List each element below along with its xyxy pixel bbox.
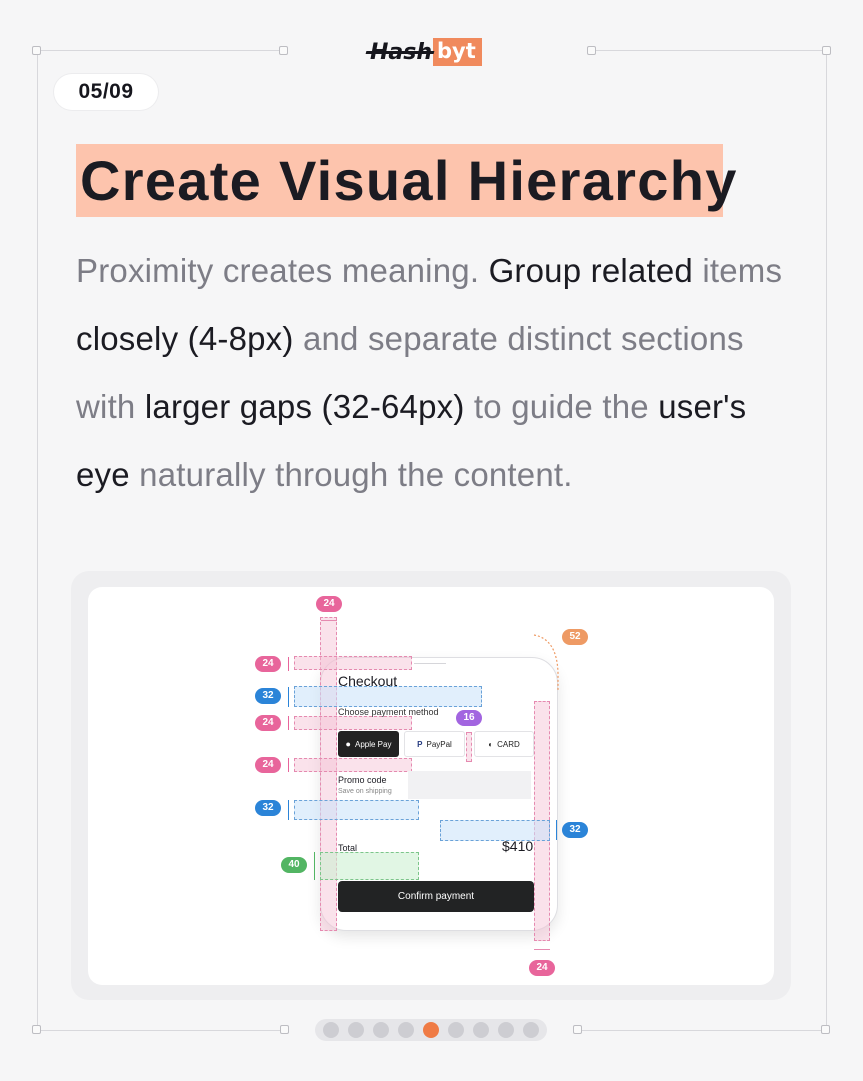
page-title: Create Visual Hierarchy [80, 149, 738, 212]
pagination-dot[interactable] [323, 1022, 339, 1038]
spacing-box-32 [294, 800, 419, 820]
pagination-dot[interactable] [523, 1022, 539, 1038]
bottom-width-tick [534, 949, 550, 950]
spacing-box-24 [294, 716, 412, 730]
pagination-dot[interactable] [498, 1022, 514, 1038]
checkout-mockup: Checkout Choose payment method ● Apple P… [88, 587, 774, 985]
spacing-box-32-right [440, 820, 550, 841]
frame-bottom-right-line [582, 1030, 825, 1031]
pagination-dot[interactable] [398, 1022, 414, 1038]
frame-top-left-line [41, 50, 283, 51]
spacing-badge: 24 [255, 757, 281, 773]
paypal-icon: P [417, 739, 423, 749]
card-icon: ◐ [488, 739, 494, 749]
spacing-indicator [288, 657, 289, 671]
top-width-tick [321, 620, 337, 621]
frame-handle[interactable] [279, 46, 288, 55]
promo-code-input[interactable] [408, 771, 531, 799]
spacing-indicator [556, 820, 557, 840]
confirm-payment-button[interactable]: Confirm payment [338, 881, 534, 912]
body-text-plain: Proximity creates meaning. [76, 252, 489, 289]
body-text-plain: naturally through the content. [129, 456, 573, 493]
spacing-box-32 [294, 686, 482, 707]
body-text-emphasis: closely (4-8px) [76, 320, 294, 357]
frame-handle[interactable] [587, 46, 596, 55]
total-value: $410 [502, 838, 534, 854]
body-text-plain: items [692, 252, 783, 289]
frame-handle[interactable] [573, 1025, 582, 1034]
frame-handle[interactable] [821, 1025, 830, 1034]
spacing-box-40 [320, 852, 419, 880]
spacing-badge: 32 [562, 822, 588, 838]
spacing-badge: 24 [255, 656, 281, 672]
apple-pay-button[interactable]: ● Apple Pay [338, 731, 399, 757]
slide-counter: 05/09 [54, 74, 158, 110]
spacing-box-24 [294, 656, 412, 670]
checkout-title: Checkout [338, 673, 398, 689]
spacing-indicator [314, 852, 315, 880]
apple-icon: ● [345, 739, 351, 749]
frame-right-line [826, 55, 827, 1026]
pagination-dot[interactable] [448, 1022, 464, 1038]
corner-radius-arc [533, 634, 559, 691]
pagination-dot-active[interactable] [423, 1022, 439, 1038]
brand-logo-left: Hash [370, 39, 433, 65]
button-gap-guide [466, 732, 472, 762]
card-label: CARD [497, 739, 520, 749]
spacing-badge: 24 [255, 715, 281, 731]
body-text-plain: to guide the [464, 388, 659, 425]
apple-pay-label: Apple Pay [354, 739, 392, 749]
body-text-emphasis: Group related [488, 252, 693, 289]
paypal-button[interactable]: P PayPal [404, 731, 465, 757]
spacing-badge: 16 [456, 710, 482, 726]
spacing-indicator [288, 758, 289, 772]
spacing-box-24 [294, 758, 412, 772]
body-paragraph: Proximity creates meaning. Group related… [76, 237, 796, 509]
paypal-label: PayPal [426, 739, 452, 749]
brand-logo-right: byt [433, 38, 482, 66]
payment-method-label: Choose payment method [338, 707, 439, 717]
total-label: Total [338, 843, 358, 853]
notch-line [414, 663, 446, 664]
spacing-badge: 52 [562, 629, 588, 645]
promo-code-label: Promo code [338, 775, 387, 785]
spacing-indicator [288, 800, 289, 820]
frame-handle[interactable] [822, 46, 831, 55]
card-button[interactable]: ◐ CARD [474, 731, 534, 757]
body-text-emphasis: larger gaps (32-64px) [144, 388, 465, 425]
spacing-badge: 32 [255, 800, 281, 816]
brand-logo: Hash byt [370, 38, 482, 66]
promo-code-hint: Save on shipping [338, 788, 392, 795]
frame-handle[interactable] [280, 1025, 289, 1034]
frame-left-line [37, 55, 38, 1026]
pagination-dot[interactable] [373, 1022, 389, 1038]
spacing-badge: 32 [255, 688, 281, 704]
frame-handle[interactable] [32, 1025, 41, 1034]
spacing-badge-top: 24 [316, 596, 342, 612]
spacing-indicator [288, 716, 289, 730]
frame-handle[interactable] [32, 46, 41, 55]
frame-top-right-line [596, 50, 825, 51]
illustration-card: Checkout Choose payment method ● Apple P… [88, 587, 774, 985]
slide-pagination [315, 1019, 547, 1041]
pagination-dot[interactable] [473, 1022, 489, 1038]
spacing-indicator [288, 687, 289, 707]
pagination-dot[interactable] [348, 1022, 364, 1038]
spacing-badge-bottom: 24 [529, 960, 555, 976]
frame-bottom-left-line [41, 1030, 284, 1031]
spacing-badge: 40 [281, 857, 307, 873]
